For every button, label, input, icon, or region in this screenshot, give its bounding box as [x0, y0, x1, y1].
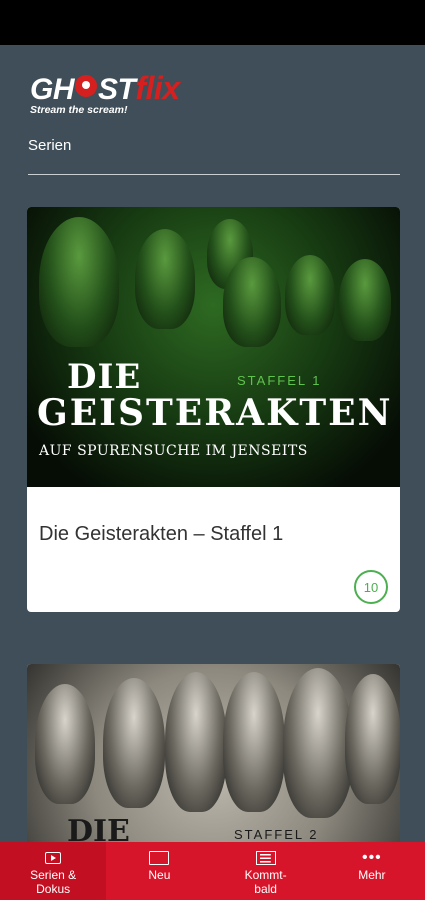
ghost-icon — [75, 75, 97, 97]
poster-person — [345, 674, 400, 804]
logo-wordmark: GH STflix — [30, 71, 180, 107]
ghostflix-logo[interactable]: GH STflix Stream the scream! — [30, 71, 230, 119]
logo-text-flix: flix — [135, 70, 180, 106]
poster-person — [339, 259, 391, 341]
poster-person — [39, 217, 119, 347]
logo-text-st: ST — [98, 73, 136, 106]
tv-play-icon — [45, 849, 62, 866]
more-dots-icon: ••• — [361, 848, 382, 866]
poster-title-die: DIE — [67, 357, 142, 397]
status-bar — [0, 0, 425, 45]
poster-season-label: STAFFEL 2 — [234, 827, 319, 842]
poster-season-label: STAFFEL 1 — [237, 373, 322, 388]
poster-person — [135, 229, 195, 329]
screen-icon — [149, 849, 170, 866]
section-title: Serien — [28, 137, 72, 154]
nav-label: Mehr — [358, 868, 386, 882]
poster-person — [103, 678, 165, 808]
series-poster: DIE STAFFEL 1 GEISTERAKTEN AUF SPURENSUC… — [27, 207, 400, 487]
nav-item-mehr[interactable]: ••• Mehr — [319, 842, 425, 900]
poster-person — [283, 668, 353, 818]
divider — [28, 174, 400, 175]
card-title[interactable]: Die Geisterakten – Staffel 1 — [39, 523, 283, 546]
poster-subtitle: AUF SPURENSUCHE IM JENSEITS — [39, 443, 308, 459]
nav-item-serien-dokus[interactable]: Serien & Dokus — [0, 842, 107, 900]
nav-label: Serien & Dokus — [30, 868, 77, 896]
poster-person — [285, 255, 335, 335]
poster-person — [223, 257, 281, 347]
nav-label: Kommt- bald — [244, 868, 287, 896]
episode-count-badge: 10 — [354, 570, 388, 604]
app-header: GH STflix Stream the scream! Serien — [0, 45, 425, 175]
logo-text-gh: GH — [30, 73, 75, 106]
poster-person — [35, 684, 95, 804]
nav-item-neu[interactable]: Neu — [106, 842, 212, 900]
bottom-navigation: Serien & Dokus Neu Kommt- bald ••• Mehr — [0, 842, 425, 900]
series-card[interactable]: DIE STAFFEL 1 GEISTERAKTEN AUF SPURENSUC… — [27, 207, 400, 612]
nav-item-kommt-bald[interactable]: Kommt- bald — [213, 842, 319, 900]
nav-label: Neu — [148, 868, 171, 882]
news-icon — [255, 849, 276, 866]
poster-person — [165, 672, 227, 812]
poster-title-main: GEISTERAKTEN — [37, 392, 393, 434]
logo-tagline: Stream the scream! — [30, 104, 128, 116]
poster-person — [223, 672, 285, 812]
